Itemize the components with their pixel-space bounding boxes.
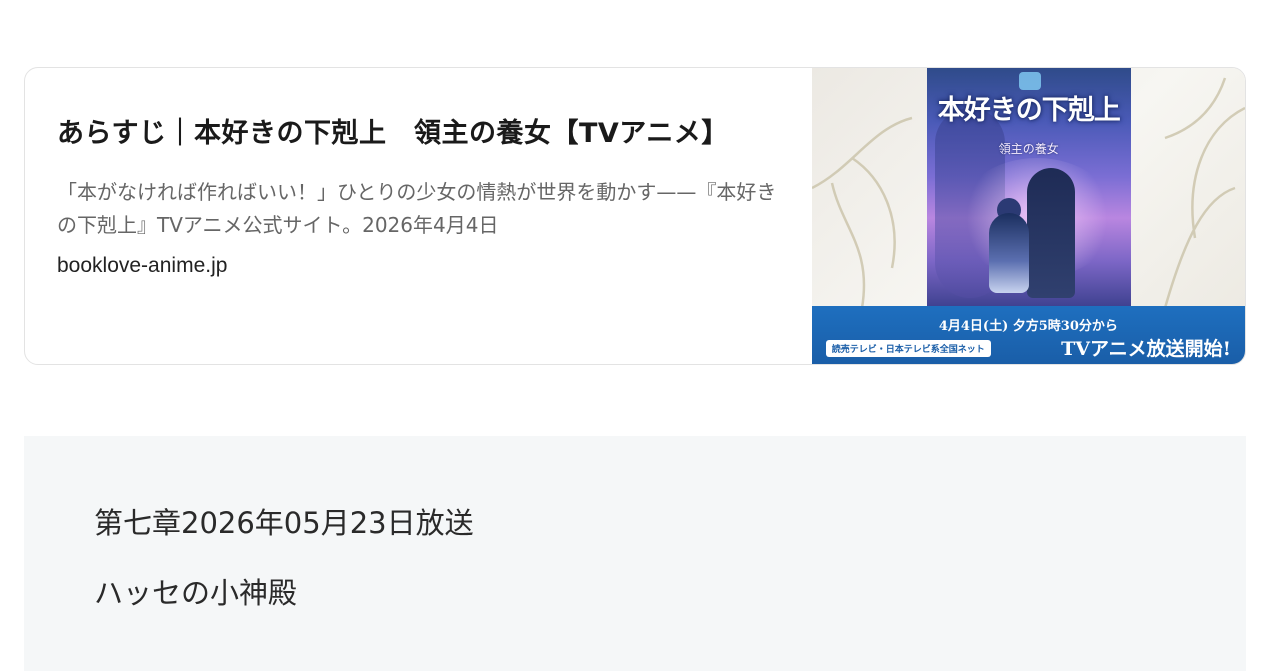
- anime-poster: 本好きの下剋上 領主の養女: [926, 68, 1131, 310]
- poster-title: 本好きの下剋上: [937, 95, 1121, 126]
- link-card-description: 「本がなければ作ればいい！」ひとりの少女の情熱が世界を動かす——『本好きの下剋上…: [57, 180, 777, 237]
- episode-title: ハッセの小神殿: [94, 576, 298, 610]
- decorative-branch-right: [1163, 77, 1245, 309]
- link-card-domain: booklove-anime.jp: [57, 254, 228, 277]
- episode-broadcast-date: 第七章2026年05月23日放送: [94, 506, 474, 540]
- banner-network: 読売テレビ・日本テレビ系全国ネット: [825, 340, 991, 357]
- page: あらすじ｜本好きの下剋上 領主の養女【TVアニメ】 「本がなければ作ればいい！」…: [0, 0, 1280, 671]
- link-card-text: あらすじ｜本好きの下剋上 領主の養女【TVアニメ】 「本がなければ作ればいい！」…: [25, 68, 812, 364]
- banner-date: 4月4日(土) 夕方5時30分から: [938, 319, 1118, 334]
- link-card[interactable]: あらすじ｜本好きの下剋上 領主の養女【TVアニメ】 「本がなければ作ればいい！」…: [24, 67, 1246, 365]
- link-card-title[interactable]: あらすじ｜本好きの下剋上 領主の養女【TVアニメ】: [57, 110, 780, 158]
- episode-box: 第七章2026年05月23日放送 ハッセの小神殿: [24, 436, 1246, 671]
- banner-start: TVアニメ放送開始!: [1061, 338, 1231, 360]
- decorative-branch-left: [811, 116, 913, 309]
- link-card-thumbnail[interactable]: 本好きの下剋上 領主の養女 4月4日(土) 夕方5時30分から 読売テレビ・日本…: [811, 68, 1245, 364]
- broadcast-banner: 4月4日(土) 夕方5時30分から 読売テレビ・日本テレビ系全国ネット TVアニ…: [811, 306, 1245, 364]
- poster-subtitle: 領主の養女: [998, 142, 1059, 156]
- poster-figure-tall: [1026, 168, 1075, 298]
- poster-figure-small: [988, 213, 1029, 293]
